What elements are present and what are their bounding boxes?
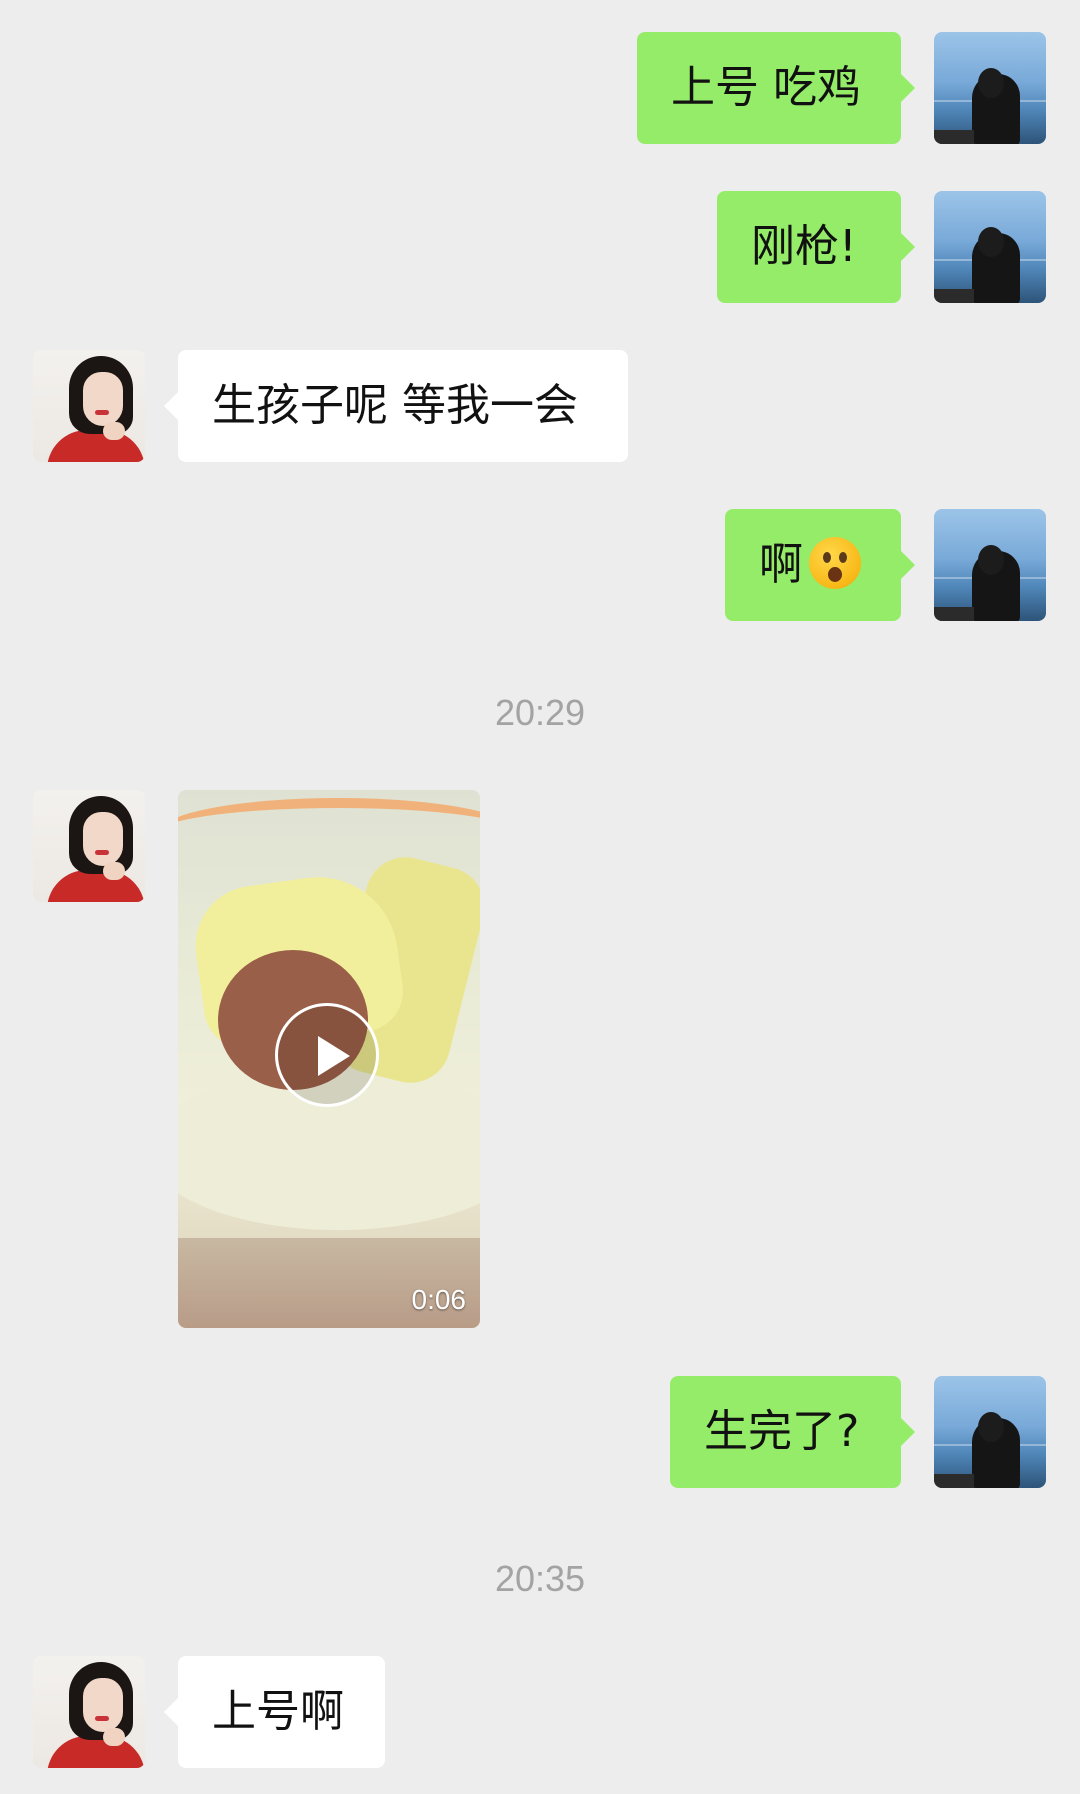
message-text: 生孩子呢 等我一会 <box>212 380 578 431</box>
message-bubble-outgoing[interactable]: 生完了? <box>670 1376 915 1488</box>
message-timestamp: 20:35 <box>494 1558 586 1599</box>
my-avatar[interactable] <box>934 509 1046 621</box>
play-icon[interactable] <box>275 1003 379 1107</box>
video-duration: 0:06 <box>411 1284 467 1315</box>
my-avatar[interactable] <box>934 191 1046 303</box>
friend-avatar[interactable] <box>33 1656 145 1768</box>
video-message[interactable]: 0:06 <box>178 790 480 1328</box>
my-avatar[interactable] <box>934 1376 1046 1488</box>
message-text: 生完了? <box>704 1406 860 1457</box>
message-bubble-outgoing[interactable]: 啊 <box>725 509 915 621</box>
message-bubble-incoming[interactable]: 上号啊 <box>164 1656 385 1768</box>
message-text: 刚枪! <box>751 221 857 272</box>
astonished-face-emoji-icon <box>809 537 861 589</box>
message-text: 啊 <box>759 539 803 590</box>
message-bubble-outgoing[interactable]: 刚枪! <box>717 191 915 303</box>
friend-avatar[interactable] <box>33 790 145 902</box>
message-timestamp: 20:29 <box>494 692 586 733</box>
message-text: 上号 吃鸡 <box>671 62 861 113</box>
my-avatar[interactable] <box>934 32 1046 144</box>
message-bubble-incoming[interactable]: 生孩子呢 等我一会 <box>164 350 628 462</box>
message-bubble-outgoing[interactable]: 上号 吃鸡 <box>637 32 915 144</box>
friend-avatar[interactable] <box>33 350 145 462</box>
chat-message-list: 上号 吃鸡 刚枪! 生孩子呢 等我一会 啊 20:29 0:06 生完了? 20… <box>0 0 1080 1794</box>
message-text: 上号啊 <box>212 1686 344 1737</box>
